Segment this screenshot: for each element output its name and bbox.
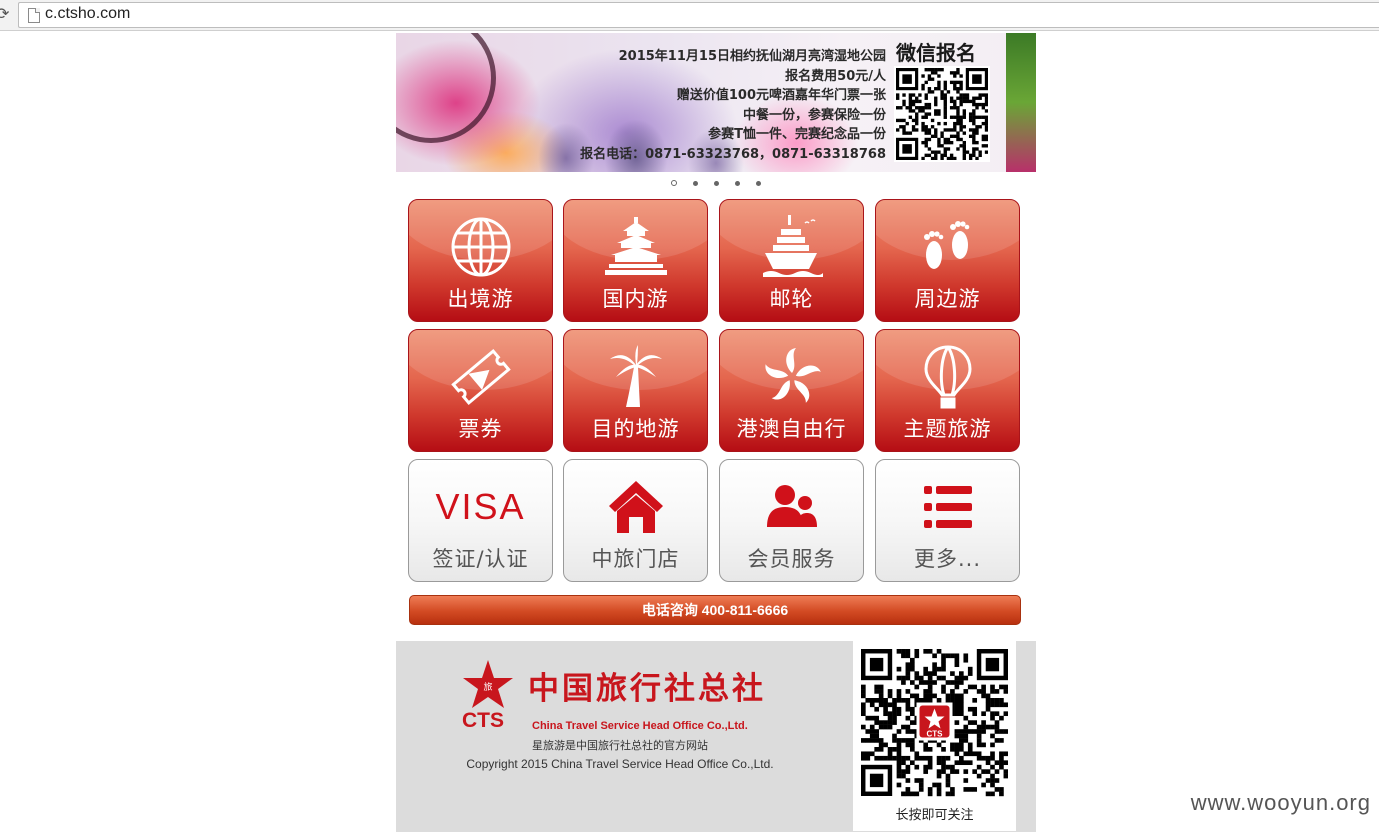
tile-label: 目的地游 (591, 417, 680, 441)
qr-caption: 长按即可关注 (895, 808, 974, 823)
bicycle-wheel-graphic (396, 33, 496, 143)
footer-text: 星旅游是中国旅行社总社的官方网站 Copyright 2015 China Tr… (396, 737, 844, 773)
logo-abbr: CTS (462, 709, 504, 732)
page-icon (28, 8, 40, 23)
palm-tree-icon (609, 345, 662, 407)
phone-consult-button[interactable]: 电话咨询 400-811-6666 (409, 595, 1021, 625)
cts-logo: 旅 CTS 中国旅行社总社 China Travel Service Head … (462, 659, 782, 732)
tile-tickets[interactable]: 票券 (408, 329, 553, 452)
tile-label: 出境游 (447, 287, 514, 311)
tile-label: 更多... (913, 547, 982, 571)
banner-line: 中餐一份，参赛保险一份 (742, 107, 886, 123)
logo-chinese-name: 中国旅行社总社 (528, 671, 766, 707)
visa-icon: VISA (435, 486, 526, 527)
footer-line: 星旅游是中国旅行社总社的官方网站 (532, 739, 708, 752)
cruise-ship-icon (762, 215, 823, 277)
banner-line: 报名费用50元/人 (785, 68, 886, 84)
footer: 旅 CTS 中国旅行社总社 China Travel Service Head … (396, 641, 1036, 832)
tile-label: 会员服务 (747, 547, 836, 571)
watermark: www.wooyun.org (1190, 790, 1371, 815)
logo-english-name: China Travel Service Head Office Co.,Ltd… (532, 720, 748, 732)
hot-air-balloon-icon (923, 345, 972, 409)
tile-label: 签证/认证 (432, 547, 529, 571)
carousel-dot[interactable] (735, 180, 740, 186)
tile-destination-travel[interactable]: 目的地游 (563, 329, 708, 452)
bauhinia-flower-icon (762, 348, 821, 404)
tile-nearby-travel[interactable]: 周边游 (875, 199, 1020, 322)
banner-line: 2015年11月15日相约抚仙湖月亮湾湿地公园 (618, 49, 886, 64)
tile-outbound-travel[interactable]: 出境游 (408, 199, 553, 322)
carousel-dot[interactable] (671, 180, 677, 186)
list-icon (923, 486, 972, 528)
banner-line: 报名电话：0871-63323768，0871-63318768 (580, 146, 886, 162)
tile-domestic-travel[interactable]: 国内游 (563, 199, 708, 322)
tile-visa[interactable]: VISA 签证/认证 (408, 459, 553, 582)
carousel-dot[interactable] (756, 180, 761, 186)
tile-label: 国内游 (602, 287, 669, 311)
tile-label: 票券 (458, 417, 503, 441)
browser-address-bar: ⟳ c.ctsho.com (0, 0, 1379, 31)
carousel-dot[interactable] (714, 180, 719, 186)
url-field[interactable]: c.ctsho.com (18, 2, 1379, 28)
promo-banner[interactable]: 2015年11月15日相约抚仙湖月亮湾湿地公园 报名费用50元/人 赠送价值10… (396, 33, 1036, 172)
members-icon (766, 485, 817, 527)
tile-label: 港澳自由行 (736, 417, 847, 441)
svg-text:旅: 旅 (483, 681, 492, 693)
globe-icon (451, 217, 510, 277)
wechat-qr-code: CTS (861, 649, 1008, 797)
banner-wechat-title: 微信报名 (896, 41, 976, 65)
wechat-qr-box[interactable]: CTS 长按即可关注 (853, 641, 1016, 831)
banner-qr-code (894, 66, 990, 162)
mobile-page: 2015年11月15日相约抚仙湖月亮湾湿地公园 报名费用50元/人 赠送价值10… (396, 33, 1036, 832)
tile-theme-travel[interactable]: 主题旅游 (875, 329, 1020, 452)
carousel-indicator (396, 180, 1036, 192)
tile-cruise[interactable]: 邮轮 (719, 199, 864, 322)
tile-label: 邮轮 (769, 287, 814, 311)
star-logo-icon: 旅 (463, 660, 513, 708)
tile-cts-stores[interactable]: 中旅门店 (563, 459, 708, 582)
url-text[interactable]: c.ctsho.com (45, 5, 130, 23)
tile-hk-macau-travel[interactable]: 港澳自由行 (719, 329, 864, 452)
banner-line: 参赛T恤一件、完赛纪念品一份 (708, 127, 886, 142)
banner-text: 2015年11月15日相约抚仙湖月亮湾湿地公园 报名费用50元/人 赠送价值10… (580, 47, 886, 164)
svg-text:CTS: CTS (927, 730, 944, 739)
tile-member-services[interactable]: 会员服务 (719, 459, 864, 582)
tile-label: 中旅门店 (591, 547, 680, 571)
tile-more[interactable]: 更多... (875, 459, 1020, 582)
temple-of-heaven-icon (604, 217, 667, 275)
banner-line: 赠送价值100元啤酒嘉年华门票一张 (676, 88, 886, 103)
copyright: Copyright 2015 China Travel Service Head… (466, 757, 774, 771)
grass-graphic (1006, 33, 1036, 172)
tile-label: 主题旅游 (903, 417, 992, 441)
reload-icon[interactable]: ⟳ (0, 4, 9, 23)
carousel-dot[interactable] (693, 180, 698, 186)
ticket-icon (450, 348, 511, 406)
footprints-icon (923, 221, 969, 269)
house-icon (608, 481, 663, 533)
tile-label: 周边游 (914, 287, 981, 311)
